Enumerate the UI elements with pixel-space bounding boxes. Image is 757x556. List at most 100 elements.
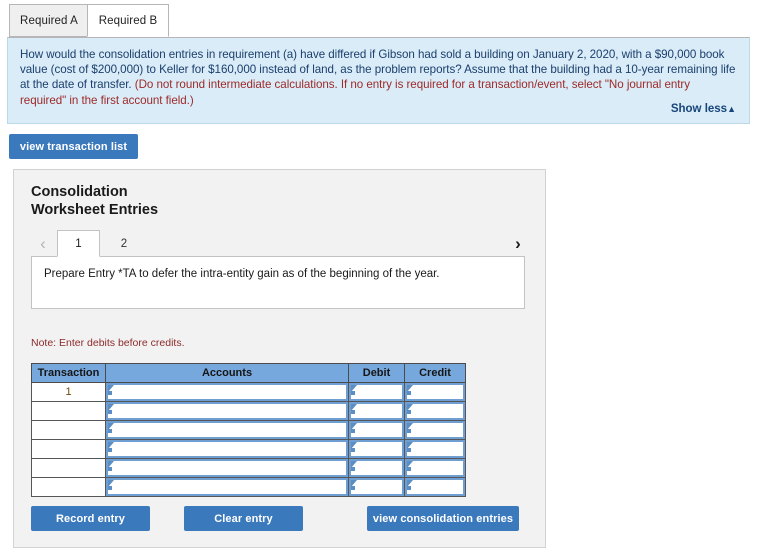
credit-input-1[interactable] (405, 383, 465, 401)
credit-input-3[interactable] (405, 421, 465, 439)
dropdown-marker-tail-icon (108, 467, 112, 471)
view-consolidation-entries-label: view consolidation entries (372, 512, 514, 525)
tab-required-b-label: Required B (98, 14, 158, 27)
debit-input-2[interactable] (349, 402, 404, 420)
accounts-cell[interactable] (105, 401, 349, 421)
debits-before-credits-note: Note: Enter debits before credits. (31, 337, 185, 349)
entry-page-2-label: 2 (120, 237, 128, 250)
column-header-debit: Debit (348, 363, 405, 383)
credit-cell[interactable] (404, 401, 466, 421)
column-header-credit: Credit (404, 363, 466, 383)
entry-page-2[interactable]: 2 (111, 230, 137, 257)
transaction-number-cell (31, 420, 106, 440)
column-header-accounts: Accounts (105, 363, 349, 383)
account-select-2[interactable] (106, 402, 348, 420)
dropdown-marker-tail-icon (351, 410, 355, 414)
credit-input-2[interactable] (405, 402, 465, 420)
debit-input-1[interactable] (349, 383, 404, 401)
dropdown-marker-tail-icon (407, 410, 411, 414)
transaction-number-cell (31, 439, 106, 459)
show-less-link[interactable]: Show less▲ (671, 103, 736, 115)
clear-entry-button[interactable]: Clear entry (184, 506, 303, 531)
dropdown-marker-tail-icon (407, 391, 411, 395)
dropdown-marker-tail-icon (108, 448, 112, 452)
table-row: 1 (31, 382, 466, 402)
dropdown-marker-tail-icon (407, 467, 411, 471)
consolidation-worksheet-panel: Consolidation Worksheet Entries ‹ 1 2 › … (13, 169, 546, 548)
credit-cell[interactable] (404, 477, 466, 497)
account-select-1[interactable] (106, 383, 348, 401)
tab-required-b[interactable]: Required B (87, 4, 169, 37)
dropdown-marker-tail-icon (108, 429, 112, 433)
debit-cell[interactable] (348, 458, 405, 478)
debit-cell[interactable] (348, 439, 405, 459)
dropdown-marker-tail-icon (351, 467, 355, 471)
debit-input-5[interactable] (349, 459, 404, 477)
view-transaction-list-label: view transaction list (19, 140, 128, 153)
table-row (31, 401, 466, 421)
caret-up-icon: ▲ (727, 104, 736, 114)
dropdown-marker-tail-icon (407, 429, 411, 433)
table-header-row: Transaction Accounts Debit Credit (31, 363, 466, 383)
entry-page-1[interactable]: 1 (57, 230, 100, 257)
credit-cell[interactable] (404, 382, 466, 402)
journal-entry-table: Transaction Accounts Debit Credit 1 (31, 363, 466, 497)
credit-cell[interactable] (404, 420, 466, 440)
debit-input-6[interactable] (349, 478, 404, 496)
transaction-number-cell (31, 401, 106, 421)
debit-cell[interactable] (348, 401, 405, 421)
tab-required-a-label: Required A (20, 14, 78, 27)
credit-input-6[interactable] (405, 478, 465, 496)
requirement-tab-strip: Required A Required B (0, 0, 757, 38)
table-row (31, 420, 466, 440)
journal-entry-table-body: 1 (31, 382, 466, 497)
credit-cell[interactable] (404, 439, 466, 459)
dropdown-marker-tail-icon (108, 486, 112, 490)
account-select-3[interactable] (106, 421, 348, 439)
account-select-5[interactable] (106, 459, 348, 477)
accounts-cell[interactable] (105, 382, 349, 402)
worksheet-title-line1: Consolidation (31, 184, 128, 200)
accounts-cell[interactable] (105, 420, 349, 440)
previous-entry-icon[interactable]: ‹ (34, 231, 52, 255)
credit-cell[interactable] (404, 458, 466, 478)
entry-pager: ‹ 1 2 › (31, 230, 531, 257)
view-consolidation-entries-button[interactable]: view consolidation entries (367, 506, 519, 531)
dropdown-marker-tail-icon (351, 486, 355, 490)
transaction-number-cell (31, 458, 106, 478)
record-entry-button[interactable]: Record entry (31, 506, 150, 531)
accounts-cell[interactable] (105, 458, 349, 478)
credit-input-4[interactable] (405, 440, 465, 458)
show-less-label: Show less (670, 103, 728, 115)
account-select-6[interactable] (106, 478, 348, 496)
dropdown-marker-tail-icon (108, 410, 112, 414)
worksheet-title: Consolidation Worksheet Entries (31, 183, 331, 219)
debit-cell[interactable] (348, 420, 405, 440)
clear-entry-label: Clear entry (214, 512, 273, 525)
tab-required-a[interactable]: Required A (9, 4, 89, 37)
question-panel: How would the consolidation entries in r… (7, 37, 750, 124)
entry-prompt-box: Prepare Entry *TA to defer the intra-ent… (31, 256, 525, 309)
credit-input-5[interactable] (405, 459, 465, 477)
accounts-cell[interactable] (105, 477, 349, 497)
table-row (31, 477, 466, 497)
record-entry-label: Record entry (55, 512, 126, 525)
dropdown-marker-tail-icon (351, 391, 355, 395)
debit-input-4[interactable] (349, 440, 404, 458)
table-row (31, 439, 466, 459)
dropdown-marker-tail-icon (407, 448, 411, 452)
debit-input-3[interactable] (349, 421, 404, 439)
table-row (31, 458, 466, 478)
dropdown-marker-tail-icon (351, 448, 355, 452)
account-select-4[interactable] (106, 440, 348, 458)
debit-cell[interactable] (348, 477, 405, 497)
debit-cell[interactable] (348, 382, 405, 402)
dropdown-marker-tail-icon (108, 391, 112, 395)
entry-page-1-label: 1 (75, 237, 82, 250)
view-transaction-list-button[interactable]: view transaction list (9, 134, 138, 159)
next-entry-icon[interactable]: › (509, 231, 527, 255)
dropdown-marker-tail-icon (351, 429, 355, 433)
transaction-number-cell (31, 477, 106, 497)
question-text: How would the consolidation entries in r… (20, 47, 737, 108)
accounts-cell[interactable] (105, 439, 349, 459)
